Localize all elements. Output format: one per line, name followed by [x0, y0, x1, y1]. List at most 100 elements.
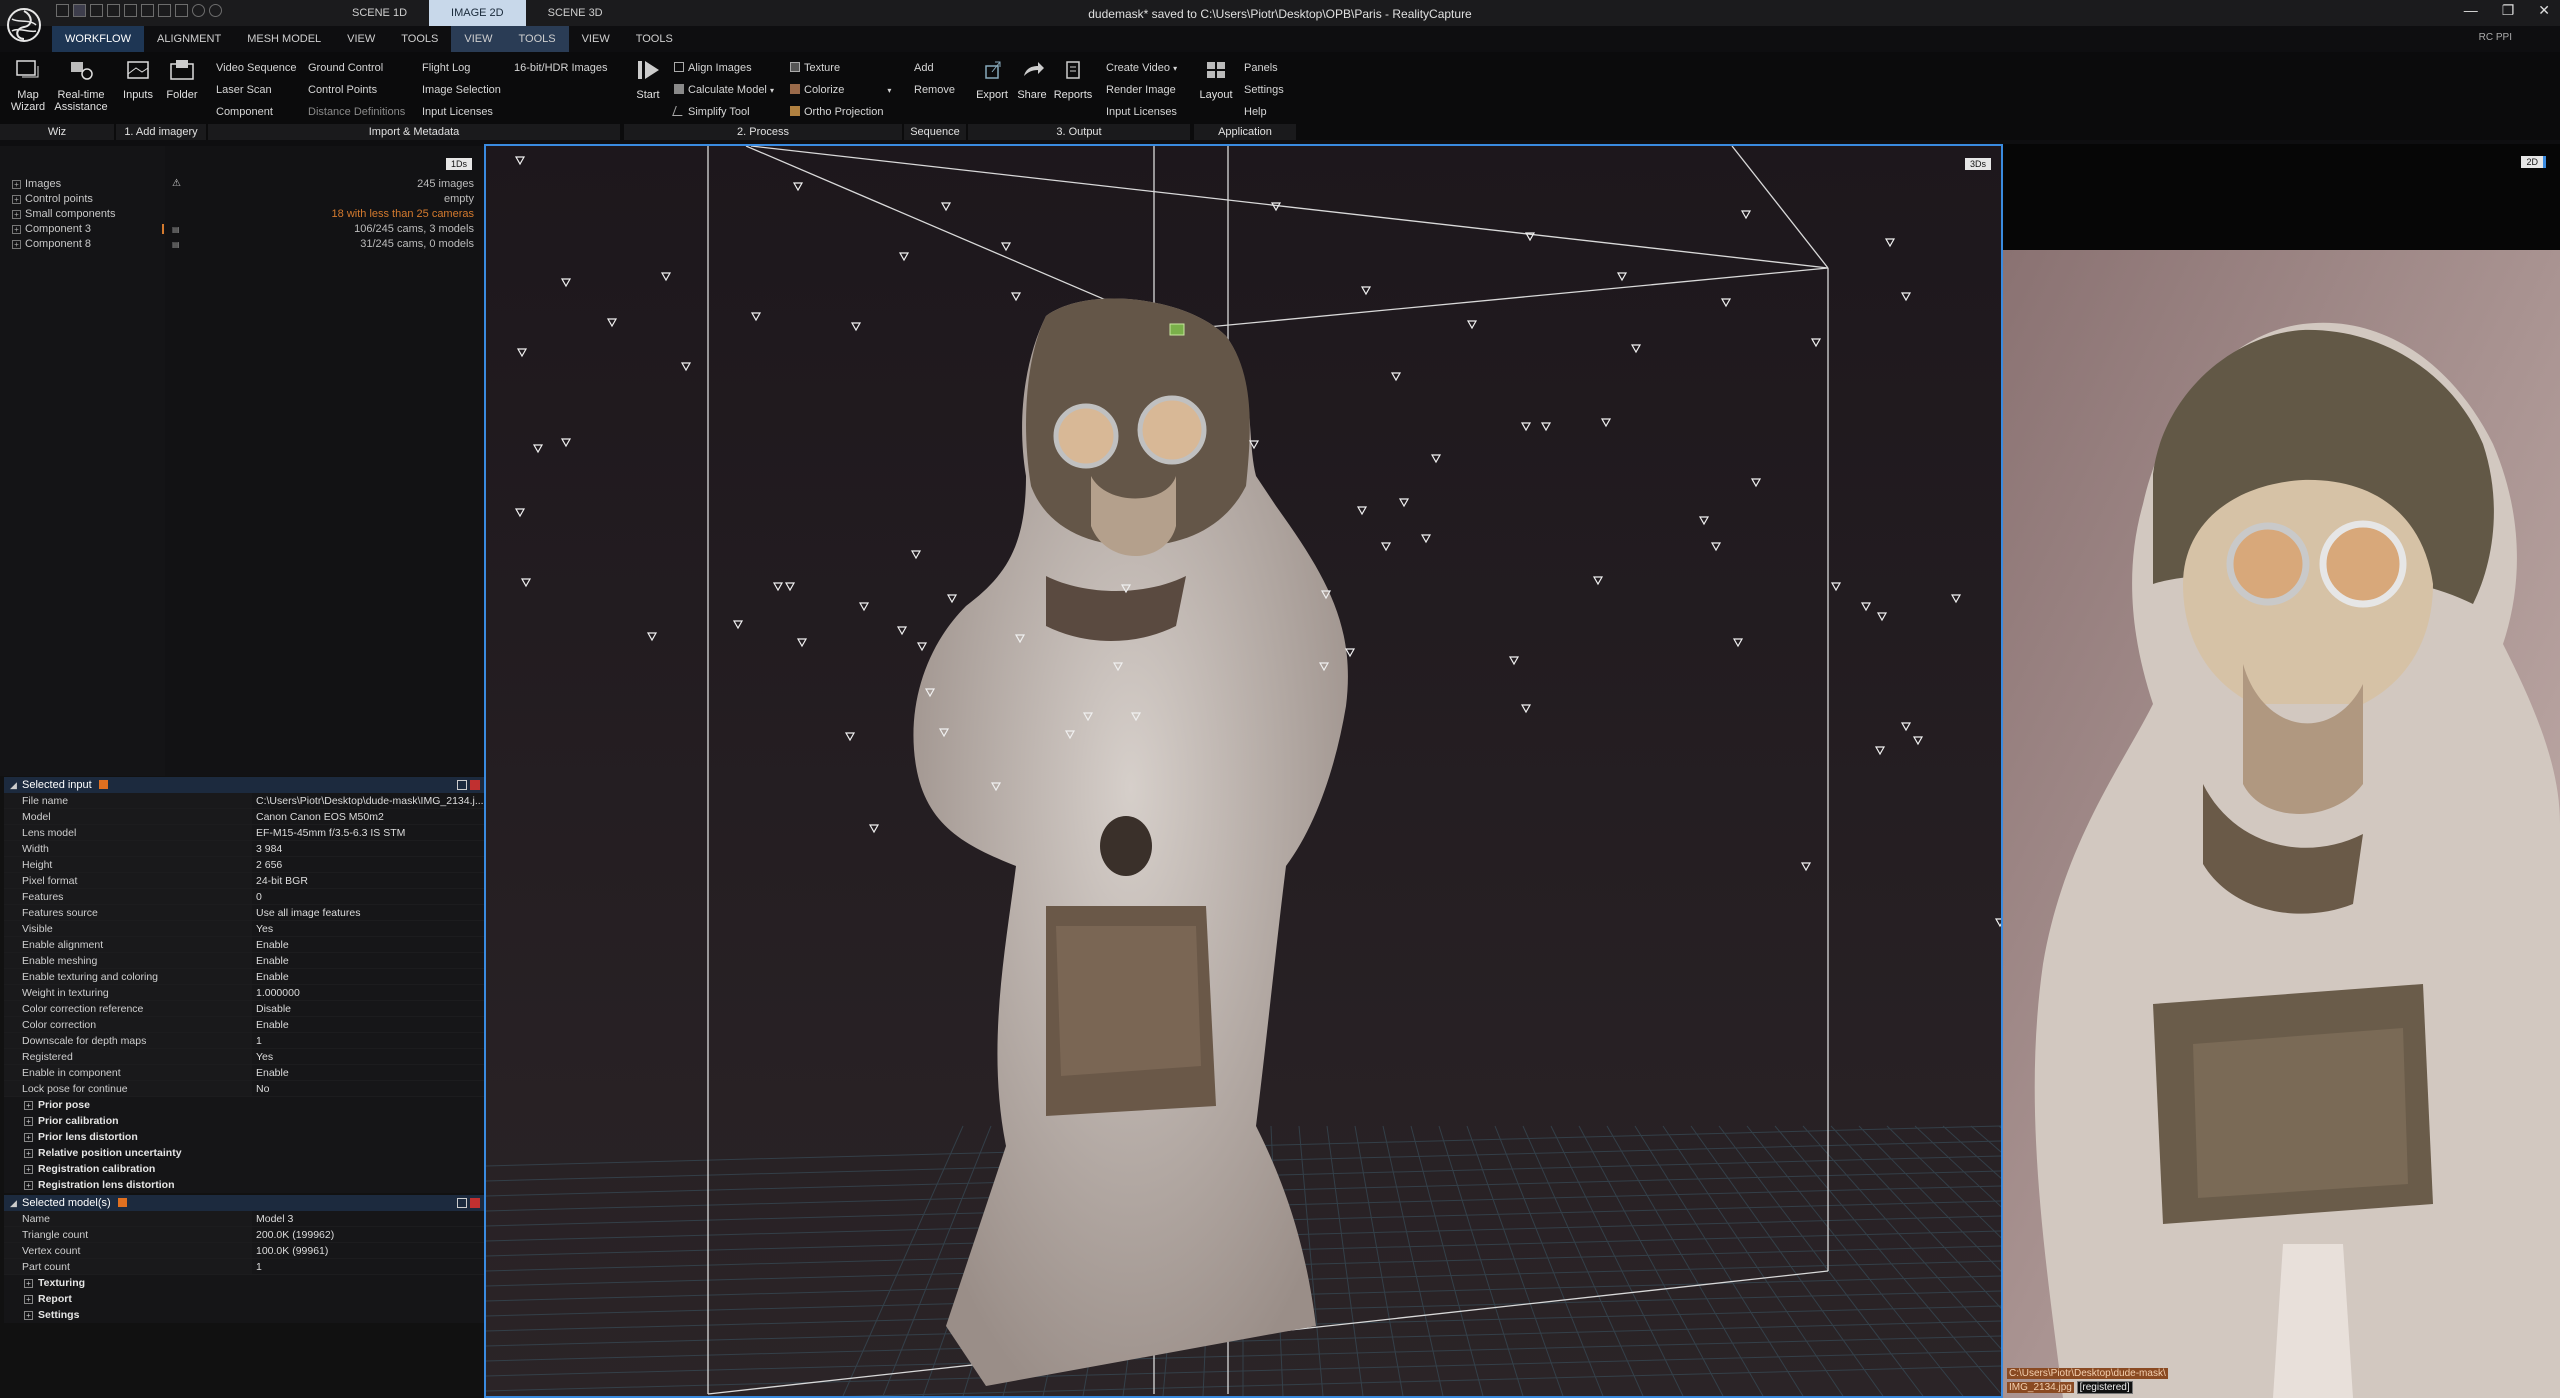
property-row[interactable]: Features 0 — [4, 889, 484, 905]
property-value[interactable]: 1 — [252, 1259, 484, 1274]
tree-item-component-8[interactable]: + Component 8 — [12, 238, 91, 250]
start-button[interactable]: Start — [630, 58, 666, 101]
image-2d-viewport[interactable]: 2D C:\Users\Piotr\Desktop\dude-mask\ IMG… — [2003, 144, 2560, 1398]
property-row[interactable]: Color correction reference Disable — [4, 1001, 484, 1017]
property-row[interactable]: Pixel format 24-bit BGR — [4, 873, 484, 889]
collapse-icon[interactable]: ◢ — [10, 1195, 17, 1211]
hdr-images-button[interactable]: 16-bit/HDR Images — [514, 62, 608, 74]
scene-3d-canvas[interactable] — [486, 146, 2001, 1396]
property-row[interactable]: Lock pose for continue No — [4, 1081, 484, 1097]
tree-item-control-points[interactable]: + Control points — [12, 193, 93, 205]
layout-4-icon[interactable] — [107, 4, 120, 17]
tree-item-small-components[interactable]: + Small components — [12, 208, 116, 220]
layout-1-icon[interactable] — [56, 4, 69, 17]
tab-view-2[interactable]: VIEW — [451, 26, 506, 52]
layout-6-icon[interactable] — [141, 4, 154, 17]
property-row[interactable]: Width 3 984 — [4, 841, 484, 857]
property-value[interactable]: 24-bit BGR — [252, 873, 484, 888]
folder-button[interactable]: Folder — [160, 58, 204, 101]
property-group[interactable]: + Prior calibration — [4, 1113, 484, 1129]
property-value[interactable]: Canon Canon EOS M50m2 — [252, 809, 484, 824]
property-value[interactable]: EF-M15-45mm f/3.5-6.3 IS STM — [252, 825, 484, 840]
property-value[interactable]: 3 984 — [252, 841, 484, 856]
settings-button[interactable]: Settings — [1244, 84, 1284, 96]
expand-icon[interactable]: + — [24, 1101, 33, 1110]
tab-scene-1d[interactable]: SCENE 1D — [330, 0, 429, 26]
property-row[interactable]: Height 2 656 — [4, 857, 484, 873]
property-value[interactable]: Yes — [252, 1049, 484, 1064]
expand-icon[interactable]: + — [12, 180, 21, 189]
property-group[interactable]: + Settings — [4, 1307, 484, 1323]
add-button[interactable]: Add — [914, 62, 934, 74]
dock-icon[interactable] — [457, 1198, 467, 1208]
tab-tools-3[interactable]: TOOLS — [623, 26, 686, 52]
tree-item-component-3[interactable]: + Component 3 — [12, 223, 91, 235]
chevron-down-icon[interactable]: ▾ — [887, 86, 891, 95]
property-row[interactable]: Model Canon Canon EOS M50m2 — [4, 809, 484, 825]
close-panel-icon[interactable] — [470, 1198, 480, 1208]
realitycapture-logo-icon[interactable] — [4, 2, 44, 48]
ground-control-button[interactable]: Ground Control — [308, 62, 383, 74]
property-row[interactable]: Part count 1 — [4, 1259, 484, 1275]
layout-7-icon[interactable] — [158, 4, 171, 17]
selected-input-header[interactable]: ◢ Selected input — [4, 777, 484, 793]
expand-icon[interactable]: + — [12, 240, 21, 249]
create-video-button[interactable]: Create Video ▾ — [1106, 62, 1177, 74]
selected-models-header[interactable]: ◢ Selected model(s) — [4, 1195, 484, 1211]
distance-definitions-button[interactable]: Distance Definitions — [308, 106, 405, 118]
property-row[interactable]: Triangle count 200.0K (199962) — [4, 1227, 484, 1243]
redo-icon[interactable] — [209, 4, 222, 17]
input-licenses-button[interactable]: Input Licenses — [422, 106, 493, 118]
help-button[interactable]: Help — [1244, 106, 1267, 118]
close-panel-icon[interactable] — [470, 780, 480, 790]
tab-tools-1[interactable]: TOOLS — [388, 26, 451, 52]
export-button[interactable]: Export — [974, 58, 1010, 101]
property-row[interactable]: Name Model 3 — [4, 1211, 484, 1227]
property-value[interactable]: 0 — [252, 889, 484, 904]
undo-icon[interactable] — [192, 4, 205, 17]
view-3d-badge[interactable]: 3Ds — [1964, 158, 1991, 170]
property-value[interactable]: 1.000000 — [252, 985, 484, 1000]
inputs-button[interactable]: Inputs — [116, 58, 160, 101]
layout-button[interactable]: Layout — [1198, 58, 1234, 101]
property-row[interactable]: Downscale for depth maps 1 — [4, 1033, 484, 1049]
property-group[interactable]: + Texturing — [4, 1275, 484, 1291]
tab-workflow[interactable]: WORKFLOW — [52, 26, 144, 52]
property-value[interactable]: Enable — [252, 969, 484, 984]
tab-view-1[interactable]: VIEW — [334, 26, 388, 52]
tab-view-3[interactable]: VIEW — [569, 26, 623, 52]
tab-alignment[interactable]: ALIGNMENT — [144, 26, 234, 52]
layout-5-icon[interactable] — [124, 4, 137, 17]
laser-scan-button[interactable]: Laser Scan — [216, 84, 272, 96]
image-selection-button[interactable]: Image Selection — [422, 84, 501, 96]
property-group[interactable]: + Registration calibration — [4, 1161, 484, 1177]
property-row[interactable]: Lens model EF-M15-45mm f/3.5-6.3 IS STM — [4, 825, 484, 841]
property-value[interactable]: 2 656 — [252, 857, 484, 872]
property-value[interactable]: 1 — [252, 1033, 484, 1048]
tree-view-badge[interactable]: 1Ds — [445, 158, 472, 170]
expand-icon[interactable]: + — [24, 1149, 33, 1158]
chevron-down-icon[interactable]: ▾ — [1173, 64, 1177, 73]
expand-icon[interactable]: + — [24, 1311, 33, 1320]
expand-icon[interactable]: + — [24, 1133, 33, 1142]
expand-icon[interactable]: + — [24, 1117, 33, 1126]
chevron-down-icon[interactable]: ▾ — [770, 86, 774, 95]
dock-icon[interactable] — [457, 780, 467, 790]
component-button[interactable]: Component — [216, 106, 273, 118]
expand-icon[interactable]: + — [12, 210, 21, 219]
property-value[interactable]: C:\Users\Piotr\Desktop\dude-mask\IMG_213… — [252, 793, 484, 808]
property-value[interactable]: Yes — [252, 921, 484, 936]
expand-icon[interactable]: + — [24, 1279, 33, 1288]
property-value[interactable]: Enable — [252, 1065, 484, 1080]
property-row[interactable]: Enable meshing Enable — [4, 953, 484, 969]
colorize-button[interactable]: Colorize ▾ — [790, 84, 891, 96]
tab-mesh-model[interactable]: MESH MODEL — [234, 26, 334, 52]
property-row[interactable]: Features source Use all image features — [4, 905, 484, 921]
property-row[interactable]: Vertex count 100.0K (99961) — [4, 1243, 484, 1259]
tree-item-images[interactable]: + Images — [12, 178, 61, 190]
property-group[interactable]: + Registration lens distortion — [4, 1177, 484, 1193]
property-row[interactable]: Enable in component Enable — [4, 1065, 484, 1081]
calculate-model-button[interactable]: Calculate Model ▾ — [674, 84, 774, 96]
property-value[interactable]: 200.0K (199962) — [252, 1227, 484, 1242]
property-row[interactable]: File name C:\Users\Piotr\Desktop\dude-mas… — [4, 793, 484, 809]
